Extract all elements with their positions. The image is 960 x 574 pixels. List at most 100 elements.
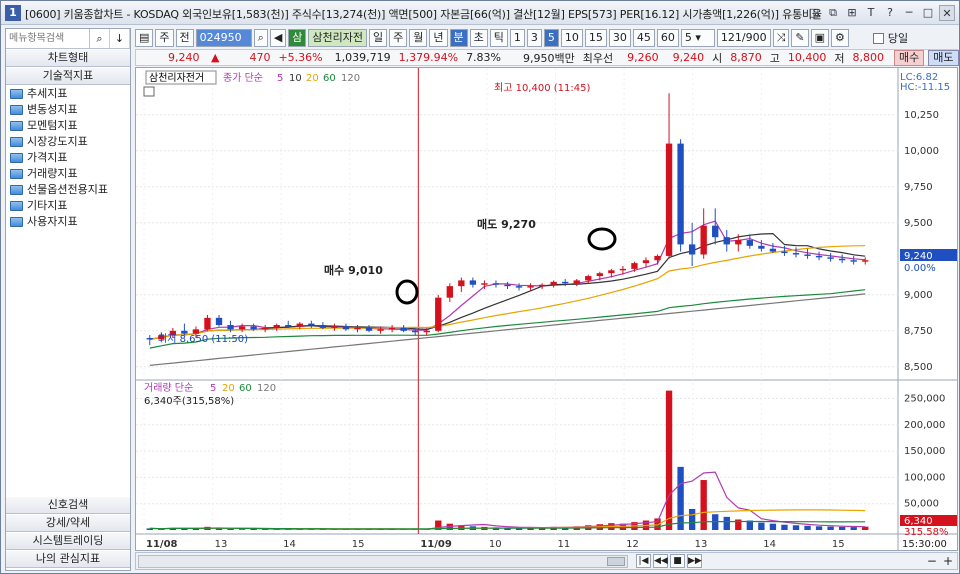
chart-menu-icon[interactable]: ▤ [135,29,154,47]
draw-icon[interactable]: ✎ [791,29,809,47]
tech-indicator-button[interactable]: 기술적지표 [6,67,130,85]
price-tick-label: 8,750 [904,326,933,337]
link-icon[interactable]: ◫ [806,5,822,21]
signal-search-button[interactable]: 신호검색 [6,496,130,514]
sell-button[interactable]: 매도 [928,49,959,66]
time-tick-label: 13 [695,539,708,550]
zoom-out-icon[interactable]: − [927,554,937,568]
today-checkbox[interactable]: 당일 [872,30,908,46]
font-icon[interactable]: T [863,5,879,21]
folder-icon [10,153,23,163]
stock-name: 삼천리자전 [308,29,368,47]
copy-icon[interactable]: ⧉ [825,5,841,21]
scroll-thumb[interactable] [607,557,625,566]
grid-toggle-icon[interactable] [143,86,155,97]
prev-icon[interactable]: ◀◀ [653,554,668,568]
tab-year[interactable]: 년 [429,29,448,47]
down-arrow-icon[interactable]: ↓ [110,29,130,48]
tab-month[interactable]: 월 [409,29,428,47]
volume-bar [827,526,834,530]
candle-body [261,327,269,330]
chart-type-button[interactable]: 차트형태 [6,49,130,67]
buy-button[interactable]: 매수 [894,49,925,66]
all-select[interactable]: 전 [175,29,194,47]
tree-item-price[interactable]: 가격지표 [10,150,108,166]
quote-bar: 9,240 ▲ 470 +5.36% 1,039,719 1,379.94% 7… [135,49,959,66]
volume-bar [792,525,800,530]
tab-minute[interactable]: 분 [449,29,468,47]
zoom-in-icon[interactable]: + [943,554,953,568]
time-tick-label: 13 [215,539,228,550]
volume-tick-label: 200,000 [904,420,945,431]
stock-code-input[interactable]: 024950 [195,29,252,47]
volume-bar [238,529,246,530]
tab-day[interactable]: 일 [369,29,388,47]
interval-value-select[interactable]: 5 ▾ [680,29,715,47]
folder-icon [10,105,23,115]
my-indicators-button[interactable]: 나의 관심지표 [6,550,130,568]
candle-body [388,327,396,330]
time-tick-label: 11/09 [420,539,452,550]
close-button[interactable]: ✕ [939,5,955,21]
search-icon[interactable]: ⌕ [253,29,268,47]
layout-icon[interactable]: ⊞ [844,5,860,21]
price-change: 470 [249,51,271,64]
first-icon[interactable]: |◀ [636,554,651,568]
volume-bar [758,522,765,530]
candle-body [412,330,419,333]
candle-body [400,327,407,331]
minimize-button[interactable]: ─ [901,5,917,21]
interval-5[interactable]: 5 [543,29,559,47]
interval-3[interactable]: 3 [526,29,542,47]
sam-badge: 삼 [288,29,307,47]
help-icon[interactable]: ? [882,5,898,21]
candle-body [573,280,580,284]
tree-item-other[interactable]: 기타지표 [10,198,108,214]
menu-search-input[interactable] [6,29,90,48]
tree-item-trend[interactable]: 추세지표 [10,86,108,102]
horizontal-scrollbar[interactable] [138,555,628,568]
period-type-select[interactable]: 주 [155,29,174,47]
tree-item-market-strength[interactable]: 시장강도지표 [10,134,108,150]
system-trading-button[interactable]: 시스템트레이딩 [6,532,130,550]
stop-icon[interactable]: ■ [670,554,685,568]
folder-icon [10,121,23,131]
tools-icon[interactable]: ⤨ [772,29,790,47]
chart-area[interactable]: 10,250 10,000 9,750 9,500 9,000 8,750 8,500 250… [135,67,958,551]
save-icon[interactable]: ▣ [810,29,830,47]
tree-item-volatility[interactable]: 변동성지표 [10,102,108,118]
sound-icon[interactable]: ◀ [269,29,287,47]
best-bid-label: 최우선 [582,51,614,65]
interval-45[interactable]: 45 [632,29,655,47]
tab-week[interactable]: 주 [389,29,408,47]
interval-15[interactable]: 15 [584,29,607,47]
price-tick-label: 9,750 [904,182,933,193]
tab-tick[interactable]: 틱 [489,29,508,47]
settings-icon[interactable]: ⚙ [831,29,849,47]
candle-body [712,225,719,238]
time-tick-label: 11 [558,539,571,550]
search-icon[interactable]: ⌕ [90,29,110,48]
strength-button[interactable]: 강세/약세 [6,514,130,532]
next-icon[interactable]: ▶▶ [687,554,702,568]
interval-1[interactable]: 1 [509,29,525,47]
ma-20: 20 [306,73,319,84]
maximize-button[interactable]: □ [920,5,936,21]
tree-item-user[interactable]: 사용자지표 [10,214,108,230]
interval-60[interactable]: 60 [656,29,679,47]
interval-30[interactable]: 30 [608,29,631,47]
count-field[interactable]: 121/900 [716,29,771,47]
price-volume-chart[interactable]: 10,250 10,000 9,750 9,500 9,000 8,750 8,500 250… [136,68,957,550]
volume-tick-label: 250,000 [904,394,945,405]
volume-bar [677,466,684,530]
interval-10[interactable]: 10 [560,29,583,47]
volume: 1,039,719 [334,51,391,64]
tree-item-futures[interactable]: 선물옵션전용지표 [10,182,108,198]
candle-body [365,327,373,331]
tree-item-volume[interactable]: 거래량지표 [10,166,108,182]
title-bar: 1 [0600] 키움종합차트 - KOSDAQ 외국인보유[1,583(천)]… [1,1,959,25]
tree-item-momentum[interactable]: 모멘텀지표 [10,118,108,134]
tab-second[interactable]: 초 [469,29,488,47]
bid-price: 9,260 [627,51,659,64]
low-label: 저 [834,51,845,65]
